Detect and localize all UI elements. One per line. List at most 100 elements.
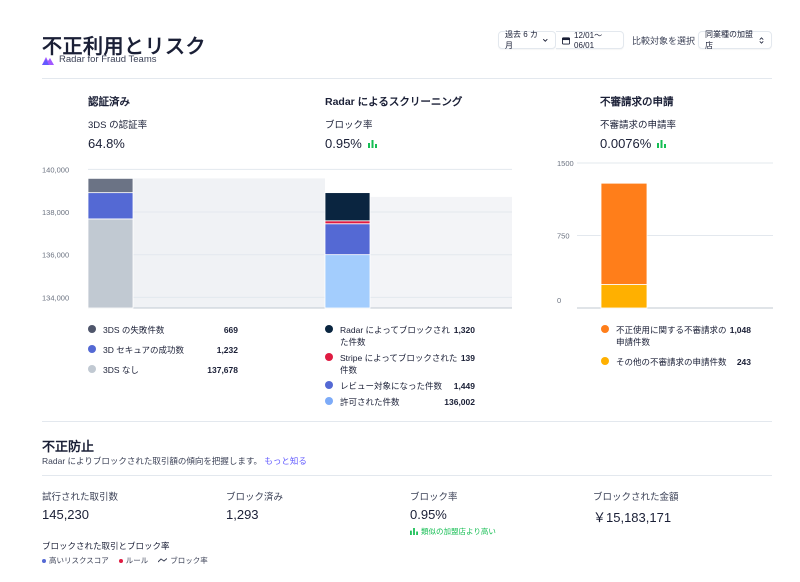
- metric-value: 64.8%: [88, 136, 147, 151]
- legend-value: 1,232: [216, 345, 238, 355]
- metric-value: 0.95%: [325, 136, 462, 151]
- legend-dot-icon: [601, 357, 609, 365]
- trend-legend-rule: ルール: [118, 555, 149, 566]
- flow-band: [133, 178, 325, 308]
- legend-dot-icon: [42, 558, 46, 563]
- stat-value: 0.95%: [410, 507, 447, 522]
- flow-band: [370, 196, 512, 308]
- trend-legend-risk: 高いリスクスコア: [42, 555, 109, 566]
- bar-segment: [324, 254, 371, 309]
- stat-label: ブロックされた金額: [593, 492, 679, 503]
- section-divider: [42, 421, 772, 422]
- bar-segment: [324, 220, 371, 225]
- legend-item: Stripe によってブロックされた件数 139: [325, 352, 475, 376]
- legend-item: Radar によってブロックされた件数 1,320: [325, 324, 475, 348]
- y-tick-label: 1500: [557, 159, 574, 168]
- metric-value: 0.0076%: [600, 136, 676, 151]
- trend-line-icon: [158, 558, 168, 563]
- calendar-icon: [562, 36, 571, 45]
- legend-dot-icon: [88, 345, 96, 353]
- legend-value: 139: [460, 353, 475, 363]
- legend-label: ルール: [125, 556, 149, 565]
- date-range-picker[interactable]: 12/01～06/01: [556, 31, 624, 50]
- fraud-section-title: 不正防止: [42, 439, 95, 454]
- legend-label: レビュー対象になった件数: [340, 381, 443, 391]
- legend-item: その他の不審請求の申請件数 243: [601, 356, 751, 368]
- learn-more-link[interactable]: もっと知る: [264, 456, 307, 466]
- compare-value: 同業種の加盟店: [705, 30, 753, 50]
- legend-label: 3D セキュアの成功数: [103, 345, 185, 355]
- legend-value: 1,320: [453, 325, 475, 335]
- legend-dot-icon: [325, 397, 333, 405]
- fraud-desc-text: Radar によりブロックされた取引額の傾向を把握します。: [42, 456, 262, 466]
- legend-item: 3DS の失敗件数 669: [88, 324, 238, 336]
- y-tick-label: 136,000: [42, 251, 69, 260]
- legend-item: 許可された件数 136,002: [325, 396, 475, 408]
- bar-segment: [600, 182, 648, 285]
- col-title: Radar によるスクリーニング: [325, 96, 463, 108]
- trend-chart-title: ブロックされた取引とブロック率: [42, 541, 170, 551]
- bar-segment: [87, 192, 134, 220]
- col-disputes: 不審請求の申請 不審請求の申請率 0.0076%: [600, 94, 676, 151]
- trend-legend-rate: ブロック率: [158, 555, 208, 566]
- dispute-chart: 1500 750 0: [557, 159, 773, 309]
- stat-block-rate: ブロック率 0.95% 類似の加盟店より高い: [410, 489, 496, 537]
- stat-value: 145,230: [42, 507, 89, 522]
- legend-dot-icon: [88, 365, 96, 373]
- chevron-down-icon: [543, 38, 549, 42]
- screening-chart: 140,000 138,000 136,000 134,000: [42, 165, 512, 309]
- legend-label: 3DS の失敗件数: [103, 325, 165, 335]
- bar-chart-icon: [367, 139, 377, 148]
- legend-dot-icon: [601, 325, 609, 333]
- date-range-label: 12/01～06/01: [574, 31, 603, 50]
- legend-label: 許可された件数: [340, 397, 400, 407]
- bar-segment: [87, 177, 134, 194]
- metric-label: ブロック率: [325, 120, 373, 131]
- period-dropdown[interactable]: 過去 6 カ月: [498, 30, 556, 50]
- fraud-section-desc: Radar によりブロックされた取引額の傾向を把握します。 もっと知る: [42, 455, 307, 467]
- col-radar-screening: Radar によるスクリーニング ブロック率 0.95%: [325, 94, 462, 151]
- y-tick-label: 140,000: [42, 165, 69, 174]
- y-tick-label: 0: [557, 296, 561, 305]
- legend-value: 1,048: [729, 325, 751, 335]
- legend-authenticated: 3DS の失敗件数 669 3D セキュアの成功数 1,232 3DS なし 137,67…: [88, 324, 238, 384]
- legend-dot-icon: [118, 558, 123, 563]
- legend-dot-icon: [88, 325, 96, 333]
- legend-value: 137,678: [207, 365, 238, 375]
- bar-segment: [600, 284, 648, 309]
- legend-item: 3D セキュアの成功数 1,232: [88, 344, 238, 356]
- legend-label: その他の不審請求の申請件数: [616, 357, 727, 367]
- legend-label: 高いリスクスコア: [49, 556, 109, 565]
- trend-legend: 高いリスクスコア ルール ブロック率: [42, 555, 208, 566]
- legend-disputes: 不正使用に関する不審請求の申請件数 1,048 その他の不審請求の申請件数 243: [601, 324, 751, 376]
- legend-item: レビュー対象になった件数 1,449: [325, 380, 475, 392]
- metric-number: 0.0076%: [600, 136, 652, 151]
- legend-dot-icon: [325, 353, 333, 361]
- col-title: 不審請求の申請: [600, 96, 674, 108]
- bar-segment: [87, 218, 134, 309]
- page-subtitle: Radar for Fraud Teams: [42, 54, 157, 65]
- col-title: 認証済み: [88, 96, 130, 108]
- legend-item: 3DS なし 137,678: [88, 364, 238, 376]
- legend-label: Radar によってブロックされた件数: [340, 325, 450, 347]
- legend-value: 243: [736, 357, 751, 367]
- legend-screening: Radar によってブロックされた件数 1,320 Stripe によってブロックさ…: [325, 324, 475, 412]
- legend-label: 不正使用に関する不審請求の申請件数: [616, 325, 727, 347]
- y-tick-label: 134,000: [42, 293, 69, 302]
- bar-chart-icon: [657, 139, 667, 148]
- metric-label: 不審請求の申請率: [600, 120, 677, 131]
- stat-blocked-amount: ブロックされた金額 ￥15,183,171: [593, 489, 679, 526]
- col-authenticated: 認証済み 3DS の認証率 64.8%: [88, 94, 147, 151]
- stat-value: ￥15,183,171: [593, 510, 672, 525]
- chevron-updown-icon: [759, 36, 764, 44]
- bar-segment: [324, 223, 371, 256]
- y-tick-label: 750: [557, 232, 570, 241]
- legend-dot-icon: [325, 381, 333, 389]
- stat-label: ブロック率: [410, 492, 458, 503]
- legend-dot-icon: [325, 325, 333, 333]
- legend-item: 不正使用に関する不審請求の申請件数 1,048: [601, 324, 751, 348]
- y-tick-label: 138,000: [42, 208, 69, 217]
- period-label: 過去 6 カ月: [505, 30, 538, 50]
- compare-dropdown[interactable]: 同業種の加盟店: [698, 30, 772, 50]
- metric-label: 3DS の認証率: [88, 120, 148, 131]
